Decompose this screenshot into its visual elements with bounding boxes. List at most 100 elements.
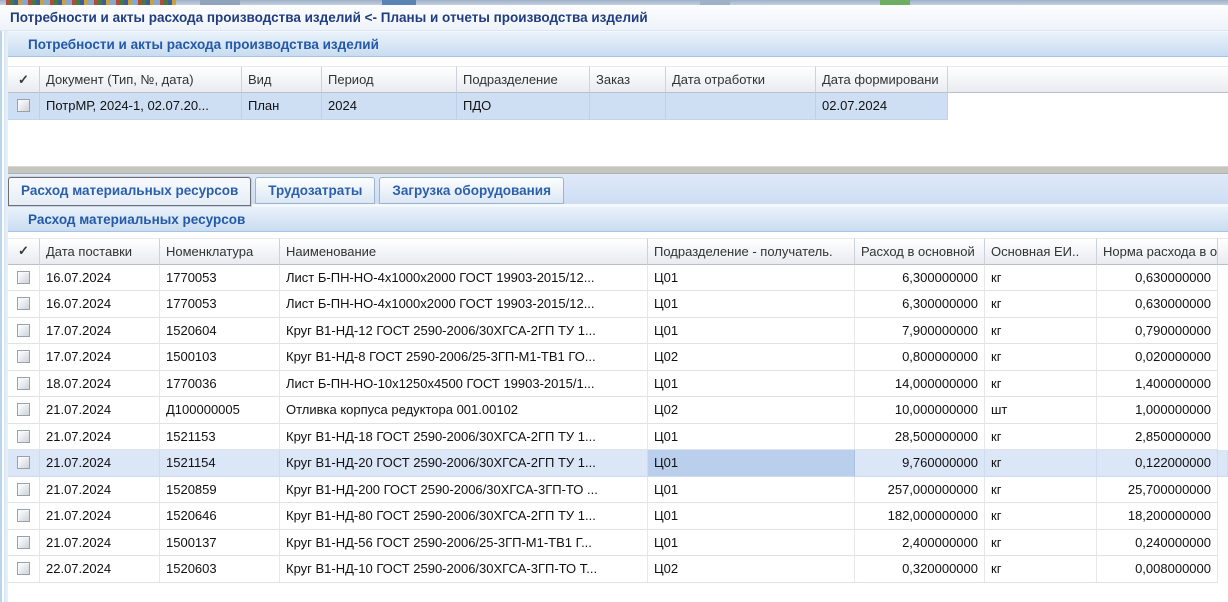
cell-receiver[interactable]: Ц01 (648, 371, 855, 398)
cell-name[interactable]: Круг В1-НД-56 ГОСТ 2590-2006/25-3ГП-М1-Т… (280, 530, 648, 557)
column-header-vid[interactable]: Вид (242, 66, 322, 93)
cell-nomenclature[interactable]: 1520646 (160, 503, 280, 530)
cell-nomenclature[interactable]: 1520604 (160, 318, 280, 345)
document-row[interactable]: ПотрМР, 2024-1, 02.07.20... План 2024 ПД… (8, 93, 1228, 120)
column-header-delivery-date[interactable]: Дата поставки (40, 238, 160, 265)
cell-checkbox[interactable] (8, 503, 40, 530)
column-header-data-otrabotki[interactable]: Дата отработки (666, 66, 816, 93)
material-row[interactable]: 16.07.2024 1770053 Лист Б-ПН-НО-4х1000х2… (8, 291, 1228, 318)
cell-data-formirovaniya[interactable]: 02.07.2024 (816, 93, 948, 120)
cell-delivery-date[interactable]: 21.07.2024 (40, 450, 160, 477)
column-header-nomenclature[interactable]: Номенклатура (160, 238, 280, 265)
material-row[interactable]: 16.07.2024 1770053 Лист Б-ПН-НО-4х1000х2… (8, 265, 1228, 292)
cell-name[interactable]: Круг В1-НД-18 ГОСТ 2590-2006/30ХГСА-2ГП … (280, 424, 648, 451)
cell-checkbox[interactable] (8, 291, 40, 318)
cell-rate[interactable]: 0,122000000 (1097, 450, 1218, 477)
cell-delivery-date[interactable]: 21.07.2024 (40, 477, 160, 504)
cell-name[interactable]: Лист Б-ПН-НО-4х1000х2000 ГОСТ 19903-2015… (280, 291, 648, 318)
cell-name[interactable]: Лист Б-ПН-НО-10х1250х4500 ГОСТ 19903-201… (280, 371, 648, 398)
cell-nomenclature[interactable]: Д100000005 (160, 397, 280, 424)
cell-document[interactable]: ПотрМР, 2024-1, 02.07.20... (40, 93, 242, 120)
row-checkbox[interactable] (17, 297, 30, 310)
material-row[interactable]: 21.07.2024 Д100000005 Отливка корпуса ре… (8, 397, 1228, 424)
column-header-unit[interactable]: Основная ЕИ.. (985, 238, 1097, 265)
cell-name[interactable]: Круг В1-НД-8 ГОСТ 2590-2006/25-3ГП-М1-ТВ… (280, 344, 648, 371)
cell-receiver[interactable]: Ц02 (648, 556, 855, 583)
cell-nomenclature[interactable]: 1770053 (160, 291, 280, 318)
cell-consumption[interactable]: 6,300000000 (855, 291, 985, 318)
cell-checkbox[interactable] (8, 477, 40, 504)
row-checkbox[interactable] (17, 562, 30, 575)
cell-rate[interactable]: 0,240000000 (1097, 530, 1218, 557)
cell-rate[interactable]: 2,850000000 (1097, 424, 1218, 451)
column-header-zakaz[interactable]: Заказ (590, 66, 666, 93)
cell-nomenclature[interactable]: 1500137 (160, 530, 280, 557)
tab-labor-costs[interactable]: Трудозатраты (255, 177, 375, 204)
column-header-podrazdelenie[interactable]: Подразделение (457, 66, 590, 93)
cell-delivery-date[interactable]: 22.07.2024 (40, 556, 160, 583)
cell-consumption[interactable]: 182,000000000 (855, 503, 985, 530)
cell-consumption[interactable]: 6,300000000 (855, 265, 985, 292)
cell-nomenclature[interactable]: 1770053 (160, 265, 280, 292)
cell-name[interactable]: Круг В1-НД-20 ГОСТ 2590-2006/30ХГСА-2ГП … (280, 450, 648, 477)
row-checkbox[interactable] (17, 99, 30, 112)
cell-name[interactable]: Круг В1-НД-80 ГОСТ 2590-2006/30ХГСА-2ГП … (280, 503, 648, 530)
cell-nomenclature[interactable]: 1500103 (160, 344, 280, 371)
cell-consumption[interactable]: 28,500000000 (855, 424, 985, 451)
column-header-consumption[interactable]: Расход в основной (855, 238, 985, 265)
cell-consumption[interactable]: 0,320000000 (855, 556, 985, 583)
cell-receiver[interactable]: Ц01 (648, 265, 855, 292)
cell-unit[interactable]: шт (985, 397, 1097, 424)
cell-receiver[interactable]: Ц01 (648, 424, 855, 451)
cell-consumption[interactable]: 2,400000000 (855, 530, 985, 557)
cell-name[interactable]: Круг В1-НД-12 ГОСТ 2590-2006/30ХГСА-2ГП … (280, 318, 648, 345)
cell-unit[interactable]: кг (985, 344, 1097, 371)
cell-unit[interactable]: кг (985, 503, 1097, 530)
cell-nomenclature[interactable]: 1520859 (160, 477, 280, 504)
cell-consumption[interactable]: 7,900000000 (855, 318, 985, 345)
cell-checkbox[interactable] (8, 397, 40, 424)
material-row[interactable]: 21.07.2024 1521153 Круг В1-НД-18 ГОСТ 25… (8, 424, 1228, 451)
cell-rate[interactable]: 0,790000000 (1097, 318, 1218, 345)
cell-unit[interactable]: кг (985, 291, 1097, 318)
material-row[interactable]: 17.07.2024 1500103 Круг В1-НД-8 ГОСТ 259… (8, 344, 1228, 371)
column-header-receiver[interactable]: Подразделение - получатель. (648, 238, 855, 265)
cell-nomenclature[interactable]: 1521154 (160, 450, 280, 477)
material-row[interactable]: 17.07.2024 1520604 Круг В1-НД-12 ГОСТ 25… (8, 318, 1228, 345)
cell-delivery-date[interactable]: 16.07.2024 (40, 291, 160, 318)
cell-nomenclature[interactable]: 1770036 (160, 371, 280, 398)
cell-checkbox[interactable] (8, 371, 40, 398)
row-checkbox[interactable] (17, 509, 30, 522)
check-column-header[interactable]: ✓ (8, 238, 40, 265)
cell-rate[interactable]: 0,020000000 (1097, 344, 1218, 371)
cell-name[interactable]: Круг В1-НД-200 ГОСТ 2590-2006/30ХГСА-3ГП… (280, 477, 648, 504)
cell-unit[interactable]: кг (985, 556, 1097, 583)
cell-receiver-selected[interactable]: Ц01 (648, 450, 855, 477)
cell-vid[interactable]: План (242, 93, 322, 120)
material-row-selected[interactable]: 21.07.2024 1521154 Круг В1-НД-20 ГОСТ 25… (8, 450, 1228, 477)
cell-unit[interactable]: кг (985, 530, 1097, 557)
cell-name[interactable]: Отливка корпуса редуктора 001.00102 (280, 397, 648, 424)
cell-nomenclature[interactable]: 1520603 (160, 556, 280, 583)
cell-receiver[interactable]: Ц01 (648, 503, 855, 530)
cell-zakaz[interactable] (590, 93, 666, 120)
row-checkbox[interactable] (17, 483, 30, 496)
cell-delivery-date[interactable]: 17.07.2024 (40, 344, 160, 371)
cell-receiver[interactable]: Ц02 (648, 344, 855, 371)
cell-name[interactable]: Круг В1-НД-10 ГОСТ 2590-2006/30ХГСА-3ГП-… (280, 556, 648, 583)
cell-checkbox[interactable] (8, 530, 40, 557)
cell-receiver[interactable]: Ц01 (648, 318, 855, 345)
row-checkbox[interactable] (17, 324, 30, 337)
cell-rate[interactable]: 1,000000000 (1097, 397, 1218, 424)
cell-checkbox[interactable] (8, 450, 40, 477)
cell-checkbox[interactable] (8, 556, 40, 583)
cell-rate[interactable]: 0,630000000 (1097, 291, 1218, 318)
cell-rate[interactable]: 0,008000000 (1097, 556, 1218, 583)
cell-unit[interactable]: кг (985, 265, 1097, 292)
cell-rate[interactable]: 1,400000000 (1097, 371, 1218, 398)
cell-unit[interactable]: кг (985, 477, 1097, 504)
cell-delivery-date[interactable]: 17.07.2024 (40, 318, 160, 345)
cell-receiver[interactable]: Ц02 (648, 397, 855, 424)
cell-rate[interactable]: 0,630000000 (1097, 265, 1218, 292)
tab-equipment-load[interactable]: Загрузка оборудования (379, 177, 564, 204)
